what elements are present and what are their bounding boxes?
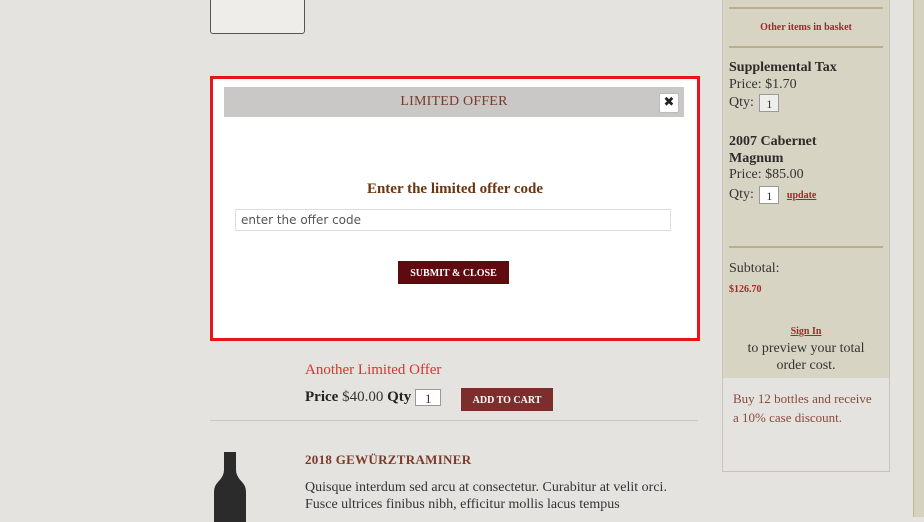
qty-label: Qty: [729, 95, 754, 111]
wine-description: Quisque interdum sed arcu at consectetur… [305, 480, 667, 512]
basket-item-price: Price: $85.00 [729, 167, 804, 183]
modal-header: LIMITED OFFER ✖ [224, 87, 684, 117]
wine-title[interactable]: 2018 GEWÜRZTRAMINER [305, 452, 471, 468]
price-value: $1.70 [765, 77, 797, 92]
close-icon[interactable]: ✖ [659, 93, 679, 113]
qty-label: Qty [387, 389, 412, 405]
basket-item-qty: Qty: 1 [729, 94, 780, 112]
product-image-placeholder [210, 0, 305, 34]
add-to-cart-button[interactable]: ADD TO CART [461, 388, 553, 411]
qty-input[interactable]: 1 [759, 94, 780, 112]
basket-item-qty: Qty: 1 update [729, 186, 816, 204]
limited-offer-modal: LIMITED OFFER ✖ Enter the limited offer … [210, 76, 700, 341]
basket-item-price: Price: $1.70 [729, 77, 797, 93]
divider [729, 46, 883, 48]
update-link[interactable]: update [787, 190, 816, 201]
qty-input[interactable]: 1 [415, 389, 442, 406]
subtotal-label: Subtotal: [729, 261, 780, 276]
modal-title: LIMITED OFFER [400, 94, 508, 109]
price-row: Price $40.00 Qty 1 [305, 389, 442, 406]
product-title[interactable]: Another Limited Offer [305, 362, 441, 379]
other-items-heading: Other items in basket [760, 22, 852, 33]
sign-in-link[interactable]: Sign In [723, 326, 889, 337]
offer-code-heading: Enter the limited offer code [366, 181, 544, 197]
basket-summary: Other items in basket Supplemental Tax P… [723, 0, 889, 378]
offer-code-input[interactable] [235, 209, 671, 231]
qty-label: Qty: [729, 187, 754, 203]
qty-input[interactable]: 1 [759, 186, 780, 204]
page-edge [913, 0, 924, 517]
preview-text: to preview your total order cost. [747, 341, 865, 373]
price-label: Price [305, 389, 339, 405]
price-value: $40.00 [342, 389, 384, 405]
price-label: Price: [729, 167, 762, 182]
price-label: Price: [729, 77, 762, 92]
divider [729, 246, 883, 248]
price-value: $85.00 [765, 167, 804, 182]
divider [729, 7, 883, 9]
promo-text: Buy 12 bottles and receive a 10% case di… [733, 391, 872, 425]
submit-close-button[interactable]: SUBMIT & CLOSE [398, 261, 509, 284]
subtotal-value: $126.70 [729, 284, 762, 295]
basket-sidebar: Other items in basket Supplemental Tax P… [722, 0, 890, 472]
basket-item-name: Supplemental Tax [729, 60, 837, 75]
wine-bottle-icon [214, 452, 246, 522]
basket-item-name: 2007 Cabernet Magnum [729, 134, 817, 166]
divider [210, 420, 698, 421]
